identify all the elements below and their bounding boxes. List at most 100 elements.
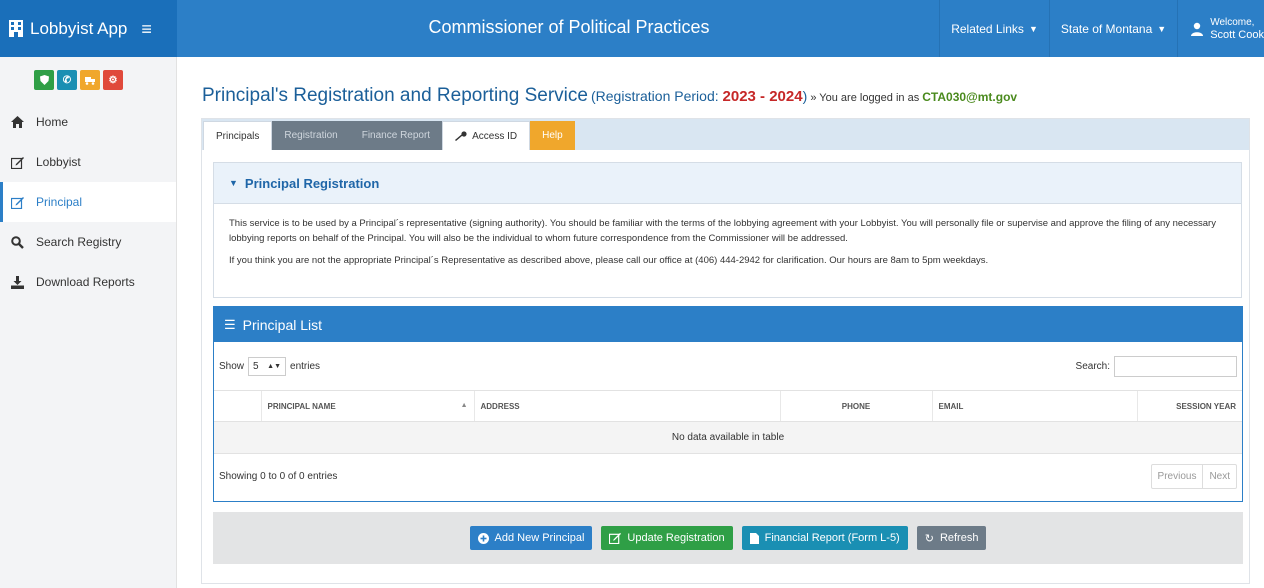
principal-list-panel: ☰ Principal List Show 5 ▲▼ entries Searc… [213,306,1243,502]
tab-label: Access ID [472,130,518,142]
sidebar-item-home[interactable]: Home [0,102,176,142]
tab-bar: Principals Registration Finance Report A… [202,119,1249,150]
column-header[interactable] [214,390,261,422]
registration-body: This service is to be used by a Principa… [214,204,1241,268]
column-header-phone[interactable]: PHONE [779,390,932,422]
sidebar-item-download-reports[interactable]: Download Reports [0,262,176,302]
edit-icon [10,195,24,209]
user-menu[interactable]: Welcome, Scott Cook [1177,0,1264,57]
tab-registration[interactable]: Registration [272,121,350,150]
cogs-button[interactable]: ⚙ [103,70,123,90]
column-header-session-year[interactable]: SESSION YEAR [1136,390,1242,422]
registration-header[interactable]: ▼ Principal Registration [214,163,1241,204]
building-icon [9,20,23,37]
registration-period: 2023 - 2024 [722,88,803,105]
file-icon [749,532,759,544]
refresh-button[interactable]: ↻ Refresh [916,526,987,550]
sidebar-item-label: Lobbyist [36,155,81,169]
financial-report-button[interactable]: Financial Report (Form L-5) [741,526,908,550]
cogs-icon: ⚙ [108,74,118,86]
action-bar: Add New Principal Update Registration Fi… [213,512,1243,564]
related-links-dropdown[interactable]: Related Links ▼ [939,0,1049,57]
column-header-address[interactable]: ADDRESS [473,390,780,422]
brand-name: Lobbyist App [30,18,128,38]
download-icon [10,275,24,289]
button-label: Add New Principal [494,532,585,544]
user-icon [1191,22,1204,36]
home-icon [10,115,24,129]
tab-label: Help [542,130,563,141]
pagination: Previous Next [1150,464,1237,489]
page-heading: Principal's Registration and Reporting S… [202,85,1017,107]
add-new-principal-button[interactable]: Add New Principal [469,526,593,550]
column-header-principal-name[interactable]: PRINCIPAL NAME ▲ [260,390,474,422]
search-icon [10,235,24,249]
truck-button[interactable] [80,70,100,90]
chevron-down-icon: ▼ [1157,23,1167,34]
brand[interactable]: Lobbyist App ≡ [0,0,177,57]
tab-access-id[interactable]: Access ID [442,121,531,150]
sidebar-item-principal[interactable]: Principal [0,182,176,222]
refresh-icon: ↻ [924,532,934,545]
sidebar-nav: Home Lobbyist Principal Search Registry … [0,102,176,302]
search-label: Search: [1075,360,1110,372]
table-controls: Show 5 ▲▼ entries Search: [214,342,1242,390]
sort-updown-icon: ▲▼ [267,362,282,370]
table-row: No data available in table [214,421,1242,454]
search-wrap: Search: [1075,355,1242,377]
user-name: Scott Cook [1210,28,1264,41]
previous-button[interactable]: Previous [1152,465,1203,488]
period-suffix: ) [802,88,808,104]
tab-label: Finance Report [361,130,431,141]
main-content: Principal's Registration and Reporting S… [177,57,1264,588]
welcome-label: Welcome, [1210,16,1255,28]
table-footer: Showing 0 to 0 of 0 entries Previous Nex… [214,454,1242,499]
sidebar-item-label: Search Registry [36,235,122,249]
sidebar-item-search-registry[interactable]: Search Registry [0,222,176,262]
chevron-down-icon: ▼ [229,178,238,188]
sidebar: ✆ ⚙ Home Lobbyist Principal Search Regis… [0,57,177,588]
edit-icon [10,155,24,169]
search-input[interactable] [1114,355,1237,377]
entries-value: 5 [253,360,259,372]
key-icon [455,131,467,141]
principal-list-title: Principal List [242,316,323,333]
state-label: State of Montana [1060,21,1153,36]
phone-button[interactable]: ✆ [57,70,77,90]
hamburger-icon[interactable]: ≡ [141,20,152,38]
chevron-down-icon: ▼ [1028,23,1038,34]
principal-list-header: ☰ Principal List [214,307,1242,342]
principal-table: PRINCIPAL NAME ▲ ADDRESS PHONE EMAIL SES… [214,390,1242,454]
sidebar-item-lobbyist[interactable]: Lobbyist [0,142,176,182]
shield-button[interactable] [34,70,54,90]
next-button[interactable]: Next [1202,465,1236,488]
tab-label: Principals [216,130,260,142]
show-label: Show [219,360,245,372]
entries-select[interactable]: 5 ▲▼ [248,356,287,376]
app-title: Commissioner of Political Practices [428,17,710,37]
content-panel: Principals Registration Finance Report A… [201,118,1250,584]
period-prefix: (Registration Period: [591,88,723,104]
table-header-row: PRINCIPAL NAME ▲ ADDRESS PHONE EMAIL SES… [214,390,1242,422]
column-header-email[interactable]: EMAIL [931,390,1137,422]
tab-label: Registration [284,130,338,141]
top-bar: Lobbyist App ≡ Commissioner of Political… [0,0,1264,57]
registration-text: This service is to be used by a Principa… [229,218,1216,244]
tab-finance-report[interactable]: Finance Report [349,121,443,150]
tab-help[interactable]: Help [530,121,575,150]
shield-icon [39,75,49,85]
logged-in-email: CTA030@mt.gov [922,90,1018,104]
principal-registration-panel: ▼ Principal Registration This service is… [213,162,1242,298]
tab-principals[interactable]: Principals [203,121,273,150]
button-label: Update Registration [627,532,725,544]
plus-circle-icon [477,532,489,544]
button-label: Financial Report (Form L-5) [764,532,900,544]
state-dropdown[interactable]: State of Montana ▼ [1048,0,1177,57]
entries-label: entries [290,360,321,372]
sidebar-item-label: Principal [36,195,83,209]
empty-table-message: No data available in table [214,421,1242,454]
logged-in-label: » You are logged in as [810,92,920,104]
update-registration-button[interactable]: Update Registration [601,526,733,550]
truck-icon [84,76,95,85]
phone-icon: ✆ [62,74,72,86]
